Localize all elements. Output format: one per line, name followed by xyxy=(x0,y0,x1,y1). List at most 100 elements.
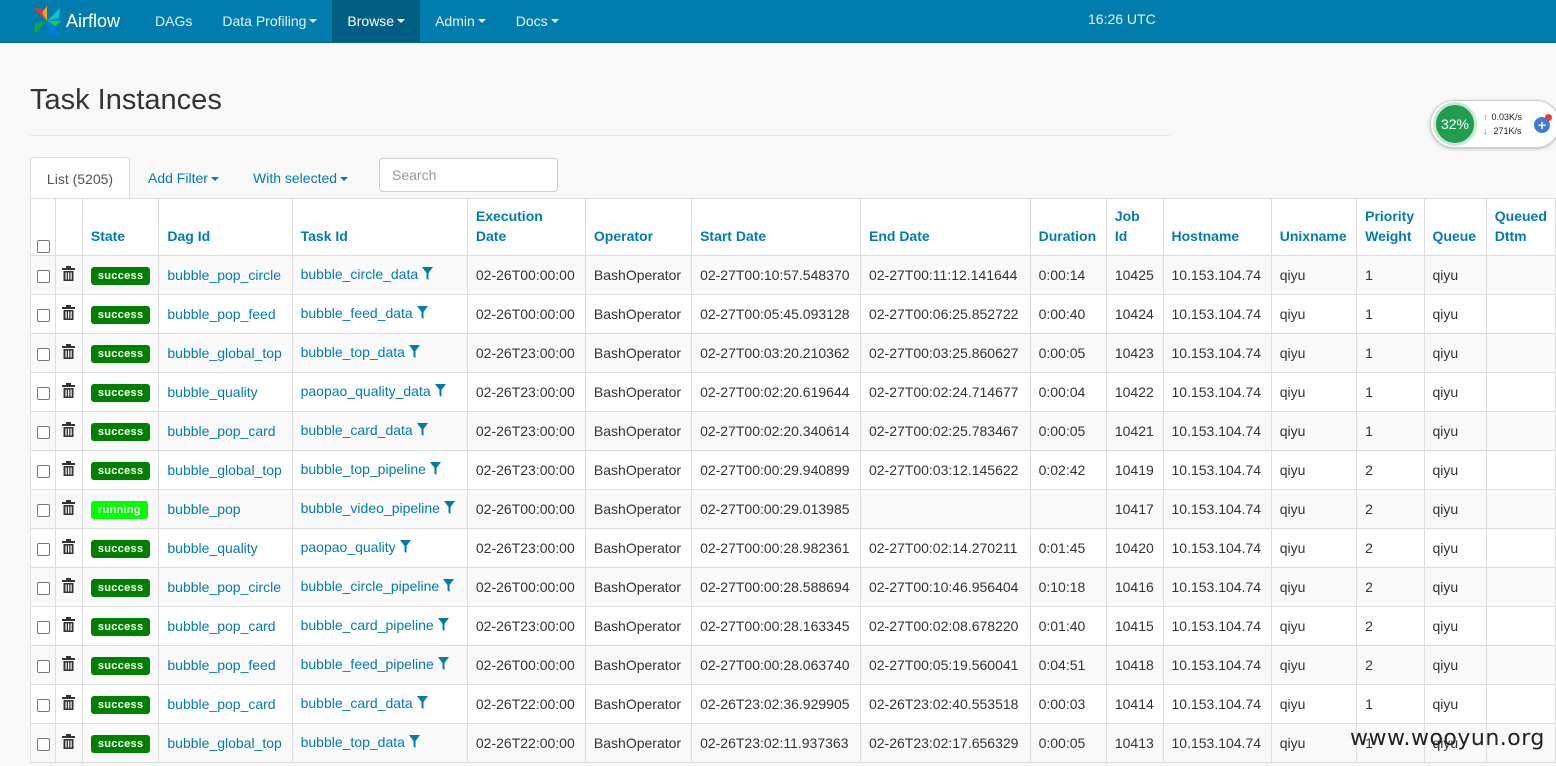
filter-icon[interactable] xyxy=(416,695,428,713)
trash-icon[interactable] xyxy=(62,266,76,284)
task-id-link[interactable]: bubble_circle_data xyxy=(301,266,419,282)
column-header-duration[interactable]: Duration xyxy=(1029,198,1107,256)
column-header-state[interactable]: State xyxy=(81,198,160,256)
row-checkbox[interactable] xyxy=(36,659,50,673)
table-row[interactable]: success bubble_pop_circle bubble_circle_da… xyxy=(29,255,1556,295)
dag-id-link[interactable]: bubble_pop xyxy=(167,501,240,517)
row-checkbox[interactable] xyxy=(36,581,50,595)
trash-icon[interactable] xyxy=(62,734,76,752)
table-row[interactable]: success bubble_pop_card bubble_card_data 02… xyxy=(29,684,1556,724)
task-id-link[interactable]: bubble_circle_pipeline xyxy=(301,578,440,594)
task-id-link[interactable]: bubble_top_data xyxy=(301,734,405,750)
row-checkbox[interactable] xyxy=(36,308,50,322)
select-all-checkbox[interactable] xyxy=(36,239,50,253)
column-header-unixname[interactable]: Unixname xyxy=(1270,198,1358,256)
trash-icon[interactable] xyxy=(62,461,76,479)
column-header-start-date[interactable]: Start Date xyxy=(691,198,861,256)
filter-icon[interactable] xyxy=(443,578,455,596)
search-input[interactable] xyxy=(379,158,558,192)
filter-icon[interactable] xyxy=(416,305,428,323)
tab-list[interactable]: List (5205) xyxy=(30,157,130,199)
column-header-job-id[interactable]: Job Id xyxy=(1105,198,1164,256)
trash-icon[interactable] xyxy=(62,344,76,362)
task-id-link[interactable]: bubble_top_data xyxy=(301,344,405,360)
filter-icon[interactable] xyxy=(408,734,420,752)
filter-icon[interactable] xyxy=(422,266,434,284)
task-id-link[interactable]: paopao_quality_data xyxy=(301,383,431,399)
dag-id-link[interactable]: bubble_quality xyxy=(167,384,257,400)
dag-id-link[interactable]: bubble_pop_feed xyxy=(167,657,275,673)
column-header-task-id[interactable]: Task Id xyxy=(291,198,468,256)
task-id-link[interactable]: bubble_card_data xyxy=(301,422,413,438)
column-header-queued-dttm[interactable]: Queued Dttm xyxy=(1485,198,1556,256)
dag-id-link[interactable]: bubble_global_top xyxy=(167,735,281,751)
dag-id-link[interactable]: bubble_quality xyxy=(167,540,257,556)
dag-id-link[interactable]: bubble_pop_card xyxy=(167,423,275,439)
dag-id-link[interactable]: bubble_pop_circle xyxy=(167,579,281,595)
dag-id-link[interactable]: bubble_global_top xyxy=(167,462,281,478)
task-id-link[interactable]: bubble_video_pipeline xyxy=(301,500,440,516)
brand[interactable]: Airflow xyxy=(0,0,140,42)
trash-icon[interactable] xyxy=(62,578,76,596)
trash-icon[interactable] xyxy=(62,695,76,713)
row-checkbox[interactable] xyxy=(36,464,50,478)
filter-icon[interactable] xyxy=(399,539,411,557)
with-selected-button[interactable]: With selected xyxy=(253,170,349,186)
task-id-link[interactable]: bubble_feed_data xyxy=(301,305,413,321)
row-checkbox[interactable] xyxy=(36,386,50,400)
trash-icon[interactable] xyxy=(62,500,76,518)
filter-icon[interactable] xyxy=(416,422,428,440)
table-row[interactable]: running bubble_pop bubble_video_pipeline 02… xyxy=(29,489,1556,529)
column-header-execution-date[interactable]: Execution Date xyxy=(466,198,586,256)
table-row[interactable]: success bubble_pop_feed bubble_feed_pipeli… xyxy=(29,645,1556,685)
filter-icon[interactable] xyxy=(437,617,449,635)
row-checkbox[interactable] xyxy=(36,620,50,634)
trash-icon[interactable] xyxy=(62,305,76,323)
table-row[interactable]: success bubble_global_top bubble_top_data 0… xyxy=(29,723,1556,763)
table-row[interactable]: success bubble_pop_feed bubble_feed_data 02… xyxy=(29,294,1556,334)
row-checkbox[interactable] xyxy=(36,698,50,712)
task-id-link[interactable]: bubble_card_data xyxy=(301,695,413,711)
table-row[interactable]: success bubble_pop_card bubble_card_pipeli… xyxy=(29,606,1556,646)
add-filter-button[interactable]: Add Filter xyxy=(148,170,219,186)
dag-id-link[interactable]: bubble_pop_card xyxy=(167,696,275,712)
column-header-dag-id[interactable]: Dag Id xyxy=(158,198,293,256)
table-row[interactable]: success bubble_pop_card bubble_card_data 02… xyxy=(29,411,1556,451)
nav-item-docs[interactable]: Docs xyxy=(501,0,574,42)
dag-id-link[interactable]: bubble_pop_circle xyxy=(167,267,281,283)
task-id-link[interactable]: bubble_card_pipeline xyxy=(301,617,434,633)
nav-item-browse[interactable]: Browse xyxy=(332,0,421,42)
trash-icon[interactable] xyxy=(62,656,76,674)
column-header-hostname[interactable]: Hostname xyxy=(1162,198,1272,256)
trash-icon[interactable] xyxy=(62,539,76,557)
filter-icon[interactable] xyxy=(443,500,455,518)
filter-icon[interactable] xyxy=(408,344,420,362)
table-row[interactable]: success bubble_global_top bubble_top_data 0… xyxy=(29,333,1556,373)
filter-icon[interactable] xyxy=(434,383,446,401)
dag-id-link[interactable]: bubble_pop_feed xyxy=(167,306,275,322)
row-checkbox[interactable] xyxy=(36,269,50,283)
table-row[interactable]: success bubble_pop_circle bubble_circle_pi… xyxy=(29,567,1556,607)
table-row[interactable]: success bubble_quality paopao_quality 02-26… xyxy=(29,528,1556,568)
row-checkbox[interactable] xyxy=(36,425,50,439)
task-id-link[interactable]: bubble_feed_pipeline xyxy=(301,656,434,672)
table-row[interactable]: success bubble_quality paopao_quality_data… xyxy=(29,372,1556,412)
row-checkbox[interactable] xyxy=(36,737,50,751)
column-header-queue[interactable]: Queue xyxy=(1423,198,1487,256)
column-header-end-date[interactable]: End Date xyxy=(859,198,1031,256)
row-checkbox[interactable] xyxy=(36,347,50,361)
nav-item-data-profiling[interactable]: Data Profiling xyxy=(207,0,332,42)
dag-id-link[interactable]: bubble_pop_card xyxy=(167,618,275,634)
table-row[interactable]: success bubble_global_top bubble_top_pipel… xyxy=(29,450,1556,490)
task-id-link[interactable]: paopao_quality xyxy=(301,539,396,555)
filter-icon[interactable] xyxy=(429,461,441,479)
column-header-priority-weight[interactable]: Priority Weight xyxy=(1356,198,1425,256)
dag-id-link[interactable]: bubble_global_top xyxy=(167,345,281,361)
row-checkbox[interactable] xyxy=(36,542,50,556)
filter-icon[interactable] xyxy=(437,656,449,674)
row-checkbox[interactable] xyxy=(36,503,50,517)
network-speed-widget[interactable]: 32% ↑ 0.03K/s ↓ 271K/s + xyxy=(1430,100,1556,148)
nav-item-admin[interactable]: Admin xyxy=(420,0,501,42)
nav-item-dags[interactable]: DAGs xyxy=(140,0,207,42)
trash-icon[interactable] xyxy=(62,422,76,440)
